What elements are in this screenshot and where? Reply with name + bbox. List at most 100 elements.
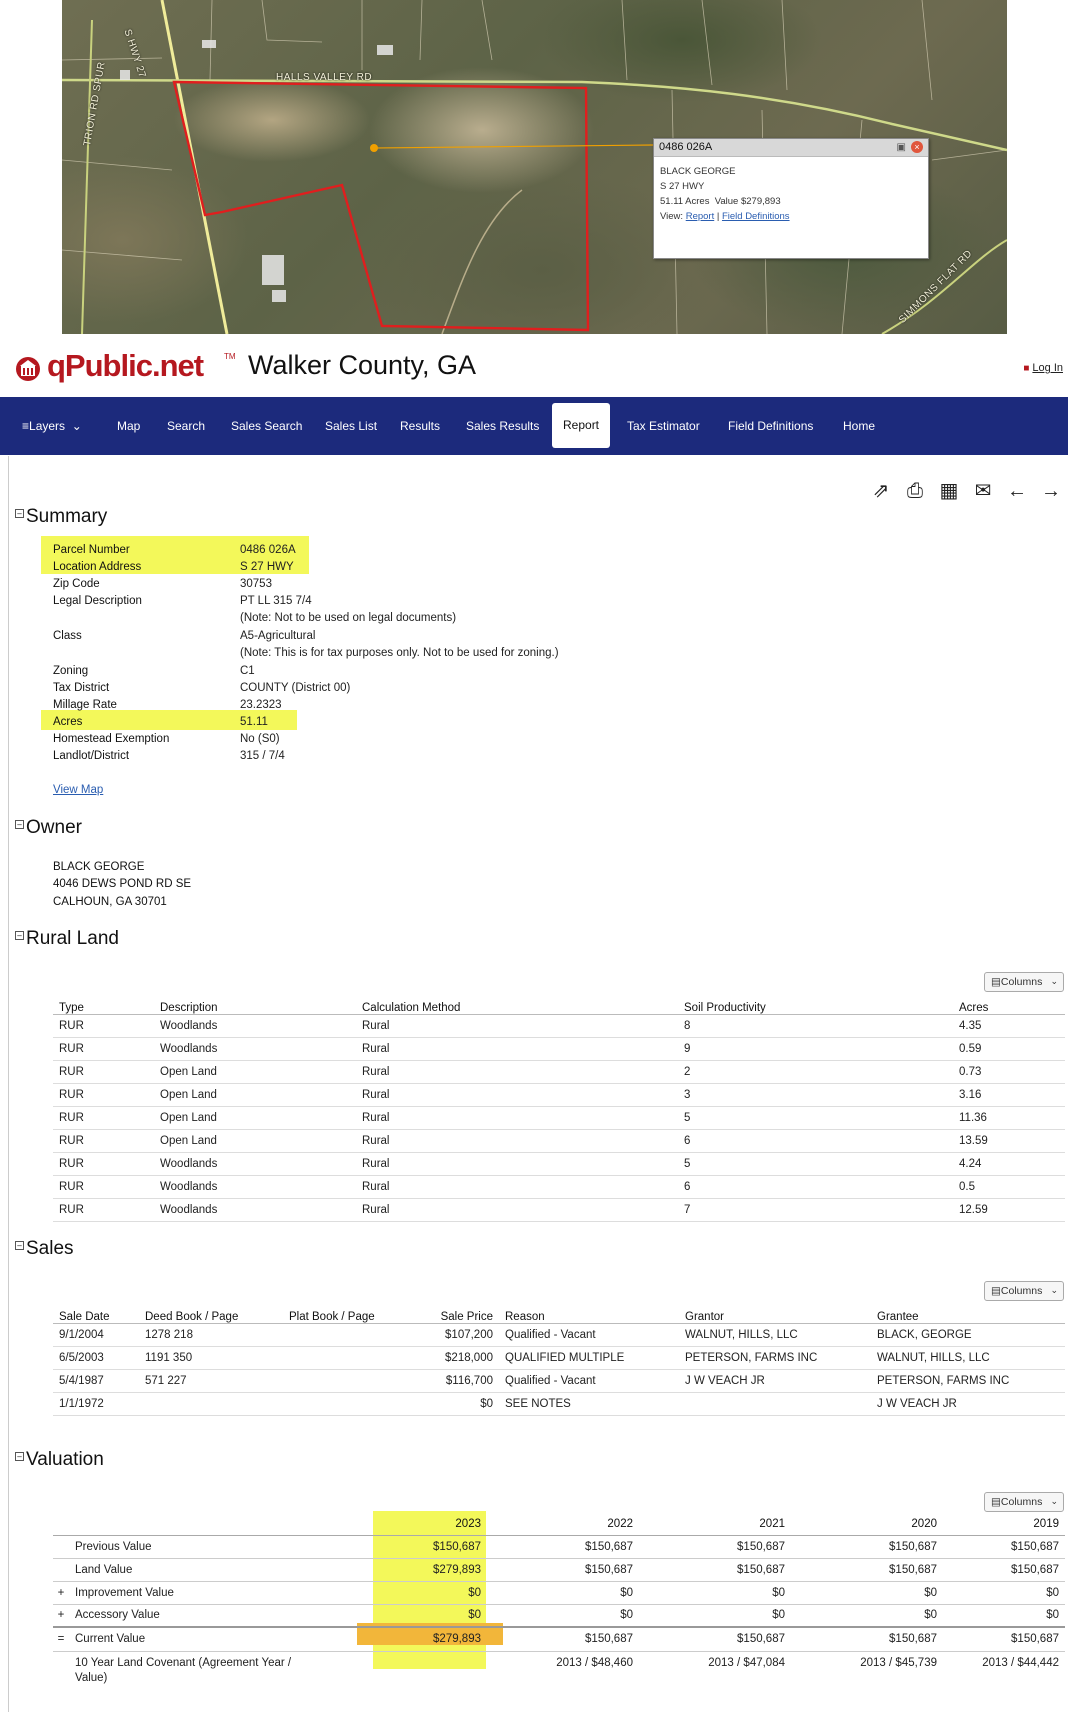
nav-report[interactable]: Report	[552, 403, 611, 448]
table-cell: 2013 / $47,084	[708, 1656, 785, 1669]
column-header[interactable]: Calculation Method	[356, 992, 678, 1015]
collapse-icon[interactable]: –	[15, 509, 24, 519]
year-header[interactable]: 2023	[335, 1513, 487, 1536]
table-cell: 11.36	[953, 1106, 1065, 1130]
nav-results[interactable]: Results	[400, 397, 440, 455]
collapse-icon[interactable]: –	[15, 1452, 24, 1462]
parcel-popup[interactable]: 0486 026A ▣ × BLACK GEORGE S 27 HWY 51.1…	[653, 138, 929, 259]
rural-land-table: Type Description Calculation Method Soil…	[53, 992, 1065, 1222]
collapse-icon[interactable]: –	[15, 820, 24, 830]
column-header[interactable]: Reason	[499, 1301, 679, 1324]
table-cell: Qualified - Vacant	[499, 1323, 679, 1347]
year-header[interactable]: 2021	[639, 1513, 791, 1536]
summary-value: C1	[240, 665, 255, 677]
table-cell: Woodlands	[154, 1152, 356, 1176]
year-header[interactable]: 2019	[943, 1513, 1065, 1536]
login-link[interactable]: ■ Log In	[1023, 362, 1063, 374]
column-header[interactable]: Sale Date	[53, 1301, 139, 1324]
column-header[interactable]: Soil Productivity	[678, 992, 953, 1015]
collapse-icon[interactable]: –	[15, 1241, 24, 1251]
layers-icon: ≡	[22, 419, 30, 433]
table-cell: Woodlands	[154, 1014, 356, 1038]
pin-icon[interactable]: ▣	[897, 142, 906, 153]
summary-section-title[interactable]: – Summary	[15, 506, 107, 528]
column-header[interactable]: Grantor	[679, 1301, 871, 1324]
popup-parcel-number: 0486 026A	[659, 141, 713, 153]
site-logo[interactable]: qPublic.net	[47, 348, 204, 384]
table-cell: $150,687	[487, 1558, 639, 1582]
rural-land-section-title[interactable]: – Rural Land	[15, 928, 119, 950]
summary-value: 23.2323	[240, 699, 282, 711]
year-header[interactable]: 2020	[791, 1513, 943, 1536]
parcel-marker[interactable]	[370, 144, 378, 152]
popup-report-link[interactable]: Report	[686, 211, 715, 222]
image-icon[interactable]: ▦	[936, 478, 962, 503]
nav-sales-list[interactable]: Sales List	[325, 397, 377, 455]
column-header[interactable]: Plat Book / Page	[283, 1301, 393, 1324]
table-cell: $150,687	[943, 1535, 1065, 1559]
valuation-section-title[interactable]: – Valuation	[15, 1449, 104, 1471]
summary-key: Millage Rate	[53, 699, 117, 711]
popup-acres-value: 51.11 Acres Value $279,893	[660, 196, 781, 207]
nav-sales-results[interactable]: Sales Results	[466, 397, 539, 455]
table-row: 5/4/1987 571 227 $116,700 Qualified - Vacan…	[53, 1369, 1065, 1393]
summary-title: Summary	[26, 506, 108, 527]
table-cell: Rural	[356, 1014, 678, 1038]
logo-building-icon[interactable]	[11, 354, 45, 381]
print-icon[interactable]: ⎙	[902, 480, 928, 503]
rural-land-columns-button[interactable]: ▤Columns ⌄	[984, 972, 1064, 992]
year-header[interactable]: 2022	[487, 1513, 639, 1536]
view-map-link[interactable]: View Map	[53, 784, 103, 796]
nav-field-definitions[interactable]: Field Definitions	[728, 397, 813, 455]
column-header[interactable]: Description	[154, 992, 356, 1015]
table-cell: QUALIFIED MULTIPLE	[499, 1346, 679, 1370]
column-header[interactable]: Acres	[953, 992, 1065, 1015]
owner-section-title[interactable]: – Owner	[15, 817, 82, 839]
parcel-outline[interactable]	[172, 80, 590, 332]
table-cell: WALNUT, HILLS, LLC	[871, 1346, 1065, 1370]
operator	[53, 1651, 69, 1687]
share-icon[interactable]: ⇗	[868, 478, 894, 503]
nav-map[interactable]: Map	[117, 397, 140, 455]
table-cell: $150,687	[791, 1558, 943, 1582]
table-cell: RUR	[53, 1083, 154, 1107]
close-icon[interactable]: ×	[911, 141, 923, 153]
arrow-left-icon[interactable]: ←	[1004, 480, 1030, 503]
column-header[interactable]: Sale Price	[393, 1301, 499, 1324]
sales-section-title[interactable]: – Sales	[15, 1238, 74, 1260]
column-header[interactable]: Grantee	[871, 1301, 1065, 1324]
summary-value: 315 / 7/4	[240, 750, 285, 762]
email-icon[interactable]: ✉	[970, 478, 996, 503]
column-header[interactable]: Deed Book / Page	[139, 1301, 283, 1324]
table-cell: $0	[791, 1604, 943, 1628]
summary-key: Parcel Number	[53, 544, 130, 556]
table-cell: Woodlands	[154, 1198, 356, 1222]
collapse-icon[interactable]: –	[15, 931, 24, 941]
summary-key: Class	[53, 630, 82, 642]
row-label: 10 Year Land Covenant (Agreement Year / …	[75, 1656, 292, 1684]
nav-tax-estimator[interactable]: Tax Estimator	[627, 397, 700, 455]
nav-sales-search[interactable]: Sales Search	[231, 397, 302, 455]
table-row: Previous Value $150,687 $150,687 $150,687 $1…	[53, 1535, 1065, 1559]
nav-search[interactable]: Search	[167, 397, 205, 455]
table-cell: Open Land	[154, 1129, 356, 1153]
columns-label: Columns	[1000, 976, 1043, 988]
table-cell: 2013 / $48,460	[556, 1656, 633, 1669]
nav-home[interactable]: Home	[843, 397, 875, 455]
popup-field-definitions-link[interactable]: Field Definitions	[722, 211, 790, 222]
sales-columns-button[interactable]: ▤Columns ⌄	[984, 1281, 1064, 1301]
table-cell: 12.59	[953, 1198, 1065, 1222]
valuation-columns-button[interactable]: ▤Columns ⌄	[984, 1492, 1064, 1512]
arrow-right-icon[interactable]: →	[1038, 480, 1064, 503]
table-cell: $0	[335, 1581, 487, 1605]
table-row: 9/1/2004 1278 218 $107,200 Qualified - Vaca…	[53, 1323, 1065, 1347]
table-cell: $150,687	[791, 1535, 943, 1559]
table-cell: 2013 / $45,739	[860, 1656, 937, 1669]
report-toolbar: ⇗ ⎙ ▦ ✉ ← →	[860, 478, 1064, 503]
table-row: + Improvement Value $0 $0 $0 $0 $0	[53, 1581, 1065, 1605]
nav-layers[interactable]: ≡Layers ⌄	[22, 397, 82, 455]
table-row: + Accessory Value $0 $0 $0 $0 $0	[53, 1604, 1065, 1628]
table-header-row: 2023 2022 2021 2020 2019	[53, 1513, 1065, 1536]
popup-view-label: View:	[660, 211, 684, 222]
column-header[interactable]: Type	[53, 992, 154, 1015]
